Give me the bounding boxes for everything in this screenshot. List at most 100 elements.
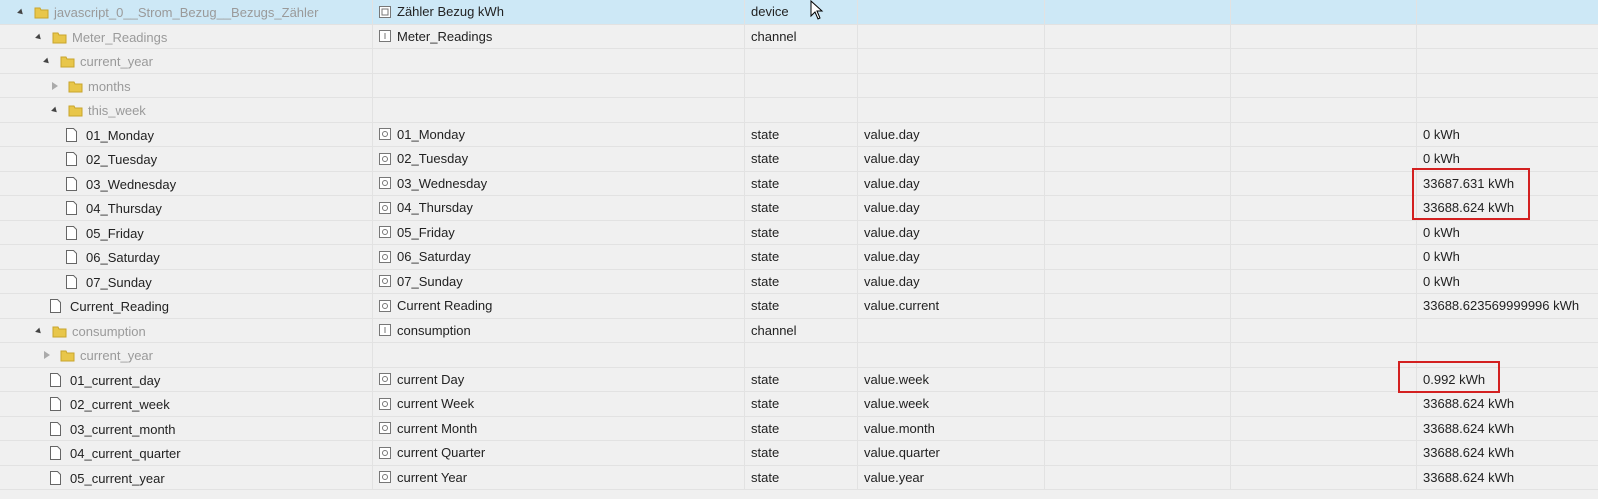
object-value-cell[interactable]: 33688.624 kWh xyxy=(1417,417,1598,441)
object-value-cell[interactable] xyxy=(1417,25,1598,49)
tree-row[interactable]: current_year xyxy=(0,49,1598,74)
object-value-cell[interactable] xyxy=(1417,0,1598,24)
tree-row[interactable]: 02_Tuesday 02_Tuesday state value.day 0 kWh xyxy=(0,147,1598,172)
object-name-cell[interactable]: current Month xyxy=(373,416,745,440)
tree-row[interactable]: 01_current_day current Day state value.week… xyxy=(0,367,1598,392)
tree-row[interactable]: 05_current_year current Year state value.ye… xyxy=(0,465,1598,490)
object-value-cell[interactable] xyxy=(1417,74,1598,98)
object-value-cell[interactable]: 33688.624 kWh xyxy=(1417,466,1598,490)
tree-row[interactable]: 01_Monday 01_Monday state value.day 0 kWh xyxy=(0,122,1598,147)
object-name-cell[interactable]: 03_Wednesday xyxy=(373,171,745,195)
object-id-cell[interactable]: current_year xyxy=(0,49,373,73)
object-id-cell[interactable]: 01_Monday xyxy=(0,122,373,146)
object-value-cell[interactable]: 0 kWh xyxy=(1417,270,1598,294)
object-value-cell[interactable] xyxy=(1417,343,1598,367)
object-id-cell[interactable]: 04_Thursday xyxy=(0,196,373,220)
object-type-cell: state xyxy=(745,294,858,318)
object-name-cell[interactable]: 06_Saturday xyxy=(373,245,745,269)
object-id-cell[interactable]: months xyxy=(0,73,373,97)
object-name-cell[interactable]: current Quarter xyxy=(373,441,745,465)
object-name-cell[interactable]: Current Reading xyxy=(373,294,745,318)
tree-row[interactable]: 02_current_week current Week state value.we… xyxy=(0,392,1598,417)
tree-row[interactable]: 04_Thursday 04_Thursday state value.day 3368… xyxy=(0,196,1598,221)
document-icon xyxy=(66,250,77,264)
object-value-cell[interactable] xyxy=(1417,319,1598,343)
object-id-cell[interactable]: 02_current_week xyxy=(0,392,373,416)
object-id-cell[interactable]: 06_Saturday xyxy=(0,245,373,269)
object-value-cell[interactable]: 0 kWh xyxy=(1417,221,1598,245)
object-value-cell[interactable]: 0 kWh xyxy=(1417,147,1598,171)
object-id-cell[interactable]: 05_current_year xyxy=(0,465,373,489)
object-value-cell[interactable]: 0.992 kWh xyxy=(1417,368,1598,392)
object-value-cell[interactable] xyxy=(1417,98,1598,122)
object-name-cell[interactable] xyxy=(373,73,745,97)
object-value-cell[interactable]: 33688.624 kWh xyxy=(1417,196,1598,220)
object-id-cell[interactable]: Meter_Readings xyxy=(0,24,373,48)
object-role-cell xyxy=(858,24,1045,48)
expand-closed-icon[interactable] xyxy=(52,81,58,90)
object-id-cell[interactable]: 02_Tuesday xyxy=(0,147,373,171)
expand-open-icon[interactable] xyxy=(35,327,43,335)
tree-row[interactable]: this_week xyxy=(0,98,1598,123)
empty-column-cell xyxy=(1231,122,1417,146)
tree-row[interactable]: 06_Saturday 06_Saturday state value.day 0 kW… xyxy=(0,245,1598,270)
object-name-cell[interactable]: 07_Sunday xyxy=(373,269,745,293)
object-name-cell[interactable]: 04_Thursday xyxy=(373,196,745,220)
tree-row[interactable]: months xyxy=(0,73,1598,98)
object-name-cell[interactable]: Meter_Readings xyxy=(373,24,745,48)
object-id-cell[interactable]: Current_Reading xyxy=(0,294,373,318)
object-id-cell[interactable]: consumption xyxy=(0,318,373,342)
object-name-cell[interactable]: current Year xyxy=(373,465,745,489)
object-value-cell[interactable]: 33688.624 kWh xyxy=(1417,392,1598,416)
object-value-cell[interactable]: 0 kWh xyxy=(1417,123,1598,147)
object-id-cell[interactable]: 01_current_day xyxy=(0,367,373,391)
object-type-cell: device xyxy=(745,0,858,24)
empty-column-cell xyxy=(1045,0,1231,24)
expand-open-icon[interactable] xyxy=(51,106,59,115)
object-name-cell[interactable]: consumption xyxy=(373,318,745,342)
expand-closed-icon[interactable] xyxy=(44,351,50,359)
tree-row[interactable]: Current_Reading Current Reading state value… xyxy=(0,294,1598,319)
object-value-cell[interactable]: 33688.623569999996 kWh xyxy=(1417,294,1598,318)
tree-row[interactable]: 03_Wednesday 03_Wednesday state value.day 33… xyxy=(0,171,1598,196)
tree-row[interactable]: javascript_0__Strom_Bezug__Bezugs_Zähler… xyxy=(0,0,1598,25)
object-id-cell[interactable]: javascript_0__Strom_Bezug__Bezugs_Zähler xyxy=(0,0,373,24)
object-id-label: 02_Tuesday xyxy=(86,152,158,167)
tree-row[interactable]: consumption consumption channel xyxy=(0,318,1598,343)
tree-row[interactable]: 03_current_month current Month state value.… xyxy=(0,416,1598,441)
empty-column-cell xyxy=(1231,367,1417,391)
object-type-cell: state xyxy=(745,196,858,220)
object-name-cell[interactable]: Zähler Bezug kWh xyxy=(373,0,745,24)
object-value-cell[interactable]: 33687.631 kWh xyxy=(1417,172,1598,196)
expand-open-icon[interactable] xyxy=(17,8,25,17)
expand-open-icon[interactable] xyxy=(35,33,43,41)
tree-row[interactable]: current_year xyxy=(0,343,1598,368)
object-name-cell[interactable]: 01_Monday xyxy=(373,122,745,146)
tree-row[interactable]: 04_current_quarter current Quarter state va… xyxy=(0,441,1598,466)
object-name-cell[interactable]: 02_Tuesday xyxy=(373,147,745,171)
object-id-cell[interactable]: 07_Sunday xyxy=(0,269,373,293)
object-value-cell[interactable] xyxy=(1417,49,1598,73)
object-name-cell[interactable]: current Day xyxy=(373,367,745,391)
object-id-label: 02_current_week xyxy=(70,397,170,412)
object-name-cell[interactable] xyxy=(373,49,745,73)
object-id-cell[interactable]: 04_current_quarter xyxy=(0,441,373,465)
tree-row[interactable]: 07_Sunday 07_Sunday state value.day 0 kWh xyxy=(0,269,1598,294)
object-name-cell[interactable]: current Week xyxy=(373,392,745,416)
expand-open-icon[interactable] xyxy=(43,57,51,66)
object-id-cell[interactable]: current_year xyxy=(0,343,373,367)
object-value-cell[interactable]: 0 kWh xyxy=(1417,245,1598,269)
tree-row[interactable]: Meter_Readings Meter_Readings channel xyxy=(0,24,1598,49)
object-value-cell[interactable]: 33688.624 kWh xyxy=(1417,441,1598,465)
object-type-cell: channel xyxy=(745,24,858,48)
object-name-cell[interactable]: 05_Friday xyxy=(373,220,745,244)
object-name-cell[interactable] xyxy=(373,98,745,122)
tree-row[interactable]: 05_Friday 05_Friday state value.day 0 kWh xyxy=(0,220,1598,245)
document-icon xyxy=(50,421,61,436)
object-name-cell[interactable] xyxy=(373,343,745,367)
object-id-cell[interactable]: 03_current_month xyxy=(0,416,373,440)
object-id-cell[interactable]: 05_Friday xyxy=(0,220,373,244)
object-id-cell[interactable]: 03_Wednesday xyxy=(0,171,373,195)
state-icon xyxy=(379,226,391,239)
object-id-cell[interactable]: this_week xyxy=(0,98,373,122)
